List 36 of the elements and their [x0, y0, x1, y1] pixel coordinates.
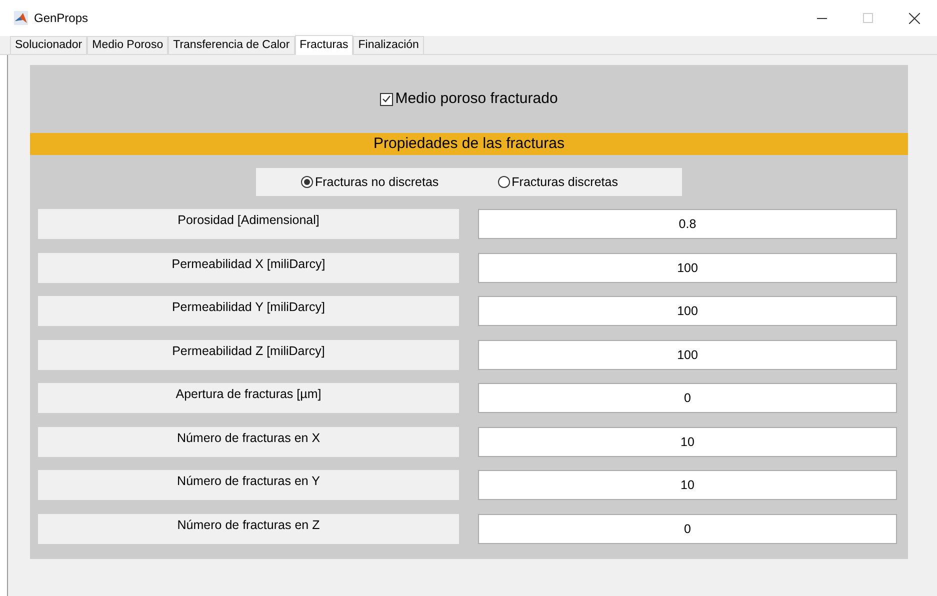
field-label: Porosidad [Adimensional] [38, 209, 459, 239]
field-label: Permeabilidad Z [miliDarcy] [38, 340, 459, 370]
field-label: Número de fracturas en Y [38, 470, 459, 500]
radio-option[interactable]: Fracturas no discretas [301, 172, 439, 192]
radio-button[interactable] [498, 176, 510, 188]
value-field[interactable]: 0 [478, 383, 897, 413]
value-field[interactable]: 10 [478, 426, 897, 456]
value-field[interactable]: 10 [478, 470, 897, 500]
field-label: Número de fracturas en Z [38, 514, 459, 544]
window-title: GenProps [34, 10, 88, 27]
field-label: Número de fracturas en X [38, 426, 459, 456]
field-label: Permeabilidad Y [miliDarcy] [38, 296, 459, 326]
app-logo-icon [14, 11, 28, 25]
radio-option[interactable]: Fracturas discretas [498, 172, 618, 192]
close-icon [908, 12, 920, 24]
radio-button[interactable] [301, 176, 313, 188]
tab[interactable]: Fracturas [294, 35, 354, 55]
section-header: Propiedades de las fracturas [30, 133, 908, 155]
radio-label: Fracturas discretas [512, 174, 618, 191]
tab[interactable]: Finalización [353, 36, 424, 54]
tab[interactable]: Transferencia de Calor [168, 36, 295, 54]
fractured-medium-checkbox[interactable]: Medio poroso fracturado [380, 88, 558, 110]
radio-label: Fracturas no discretas [315, 174, 439, 191]
value-field[interactable]: 0 [478, 514, 897, 544]
value-field[interactable]: 0.8 [478, 209, 897, 239]
value-field[interactable]: 100 [478, 340, 897, 370]
value-field[interactable]: 100 [478, 252, 897, 282]
tab[interactable]: Solucionador [10, 36, 88, 54]
check-icon [382, 95, 392, 103]
field-label: Apertura de fracturas [µm] [38, 383, 459, 413]
field-label: Permeabilidad X [miliDarcy] [38, 252, 459, 282]
tab[interactable]: Medio Poroso [87, 36, 168, 54]
checkbox-label: Medio poroso fracturado [395, 88, 558, 109]
value-field[interactable]: 100 [478, 296, 897, 326]
checkbox[interactable] [380, 92, 394, 106]
maximize-icon [863, 13, 873, 23]
